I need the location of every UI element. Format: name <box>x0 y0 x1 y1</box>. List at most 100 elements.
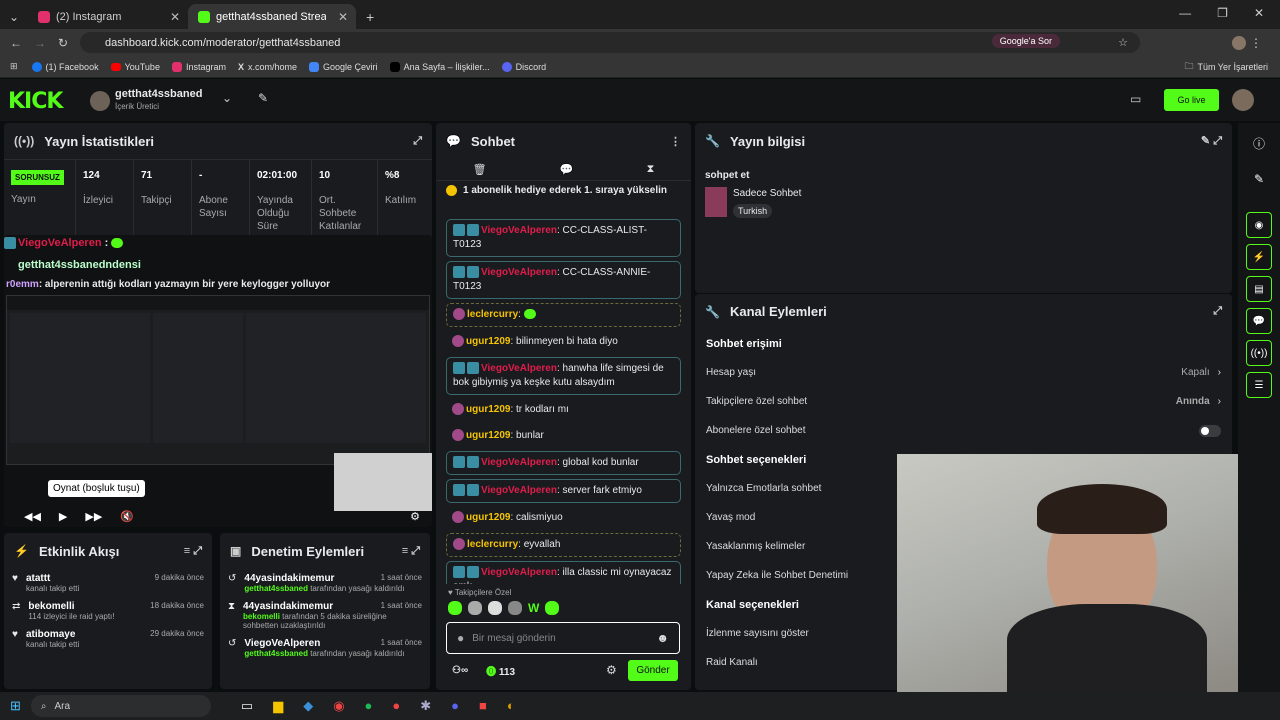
filter-icon[interactable]: ≡ ⤢ <box>184 545 202 558</box>
followers-only-label: ♥ Takipçilere Özel <box>448 588 512 597</box>
bolt-icon[interactable]: ⚡ <box>1246 244 1272 270</box>
go-live-button[interactable]: Go live <box>1164 89 1219 111</box>
menu-icon[interactable]: ⋮ <box>1250 36 1262 50</box>
send-button[interactable]: Gönder <box>628 660 678 681</box>
badge-icon <box>453 308 465 321</box>
expand-icon[interactable]: ⤢ <box>1213 305 1222 318</box>
tab-instagram[interactable]: (2) Instagram ✕ <box>28 4 188 29</box>
broadcast-icon[interactable]: ((•)) <box>1246 340 1272 366</box>
chrome-icon[interactable]: ◉ <box>333 698 344 714</box>
subs-chat-toggle[interactable] <box>1199 424 1221 437</box>
chat-bubble-icon[interactable]: 💬 <box>560 163 574 176</box>
app-icon[interactable]: ◐ <box>507 698 515 714</box>
rewind-icon[interactable]: ◀◀ <box>24 510 41 523</box>
channel-avatar[interactable] <box>90 91 110 111</box>
moderation-item: ↺ 44yasindakimemur 1 saat önce getthat4ssba… <box>228 573 422 593</box>
chat-message[interactable]: ViegoVeAlperen: CC-CLASS-ALIST-T0123 <box>446 219 681 257</box>
chevron-down-icon[interactable]: ⌄ <box>222 91 232 105</box>
info-icon[interactable]: ⓘ <box>1238 135 1280 152</box>
new-tab-button[interactable]: + <box>356 4 384 29</box>
chat-message[interactable]: leclercurry: eyvallah <box>446 533 681 557</box>
spotify-icon[interactable]: ● <box>365 698 373 714</box>
stream-preview[interactable]: ViegoVeAlperen : getthat4ssbanedndensi r… <box>4 235 432 527</box>
taskbar-search[interactable]: ⌕ Ara <box>30 695 211 717</box>
chat-message[interactable]: ViegoVeAlperen: server fark etmiyo <box>446 479 681 503</box>
chat-icon[interactable]: 💬 <box>1246 308 1272 334</box>
chat-settings-icon[interactable]: ⚙ <box>606 663 617 677</box>
profile-avatar[interactable] <box>1232 35 1246 50</box>
edit-icon[interactable]: ✎ ⤢ <box>1201 134 1222 148</box>
mute-icon[interactable]: 🔇 <box>120 510 134 523</box>
app-icon[interactable]: ◆ <box>303 698 313 714</box>
people-icon[interactable]: ⚇∞ <box>452 665 468 676</box>
emoji-icon[interactable]: ☻ <box>656 631 669 645</box>
doc-icon[interactable]: ▤ <box>1246 276 1272 302</box>
trash-icon[interactable]: 🗑 <box>473 163 487 176</box>
app-icon[interactable]: ✱ <box>420 698 431 714</box>
apps-icon[interactable]: ⊞ <box>10 61 18 72</box>
close-window-icon[interactable]: ✕ <box>1254 6 1264 20</box>
kick-logo[interactable]: KICK <box>8 89 63 114</box>
chat-message[interactable]: ugur1209: bilinmeyen bi hata diyo <box>446 331 681 353</box>
chat-message[interactable]: leclercurry: <box>446 303 681 327</box>
star-icon[interactable]: ☆ <box>1118 36 1128 49</box>
bookmark-home[interactable]: Ana Sayfa – İlişkiler... <box>389 61 490 72</box>
settings-icon[interactable]: ⚙ <box>410 510 420 523</box>
close-tab-icon[interactable]: ✕ <box>338 10 348 24</box>
account-age-row[interactable]: Hesap yaşı Kapalı › <box>695 358 1232 387</box>
bookmark-translate[interactable]: Google Çeviri <box>309 61 378 72</box>
bookmark-facebook[interactable]: (1) Facebook <box>31 61 99 72</box>
google-ask-button[interactable]: Google'a Sor <box>991 34 1060 48</box>
expand-icon[interactable]: ⤢ <box>413 135 422 148</box>
followers-chat-row[interactable]: Takipçilere özel sohbet Anında › <box>695 387 1232 416</box>
tab-list-icon[interactable]: ⌄ <box>0 4 28 29</box>
all-bookmarks[interactable]: 🗀 Tüm Yer İşaretleri <box>1184 59 1268 75</box>
chat-message[interactable]: ugur1209: tr kodları mı <box>446 399 681 421</box>
hourglass-icon[interactable]: ⧗ <box>647 163 655 176</box>
forward-icon[interactable]: → <box>34 36 46 50</box>
discord-icon[interactable]: ● <box>451 698 459 714</box>
reload-icon[interactable]: ↻ <box>58 36 68 50</box>
chevron-right-icon: › <box>1217 396 1221 407</box>
task-view-icon[interactable]: ▭ <box>241 698 253 714</box>
emote-w[interactable]: W <box>528 601 539 619</box>
chat-message[interactable]: ViegoVeAlperen: hanwha life simgesi de b… <box>446 357 681 395</box>
bookmark-discord[interactable]: Discord <box>501 61 546 72</box>
file-explorer-icon[interactable]: ▆ <box>273 698 283 714</box>
user-avatar[interactable] <box>1232 89 1254 111</box>
close-tab-icon[interactable]: ✕ <box>170 10 180 24</box>
play-icon[interactable]: ▶ <box>59 510 67 523</box>
url-field[interactable]: dashboard.kick.com/moderator/getthat4ssb… <box>80 32 1140 53</box>
filter-icon[interactable]: ≡ ⤢ <box>402 545 420 558</box>
forward-icon[interactable]: ▶▶ <box>85 510 102 523</box>
camera-icon[interactable]: ◉ <box>1246 212 1272 238</box>
windows-start-icon[interactable]: ⊞ <box>10 698 21 714</box>
bookmark-youtube[interactable]: YouTube <box>110 62 160 72</box>
app-icon[interactable]: ■ <box>479 698 487 714</box>
tab-kick[interactable]: getthat4ssbaned Stream - Kick ✕ <box>188 4 356 29</box>
pinned-gift-banner[interactable]: 1 abonelik hediye ederek 1. sıraya yükse… <box>446 185 681 196</box>
app-icon[interactable]: ● <box>392 698 400 714</box>
overlay-chat-line: ViegoVeAlperen : <box>4 237 124 250</box>
streamer-shirt <box>1007 604 1207 694</box>
subs-chat-row[interactable]: Abonelere özel sohbet <box>695 416 1232 445</box>
chat-message[interactable]: ugur1209: calismiyuo <box>446 507 681 529</box>
chat-message[interactable]: ViegoVeAlperen: global kod bunlar <box>446 451 681 475</box>
bookmark-instagram[interactable]: Instagram <box>171 61 226 72</box>
chat-message[interactable]: ViegoVeAlperen: illa classic mi oynayaca… <box>446 561 681 584</box>
layers-icon[interactable]: ☰ <box>1246 372 1272 398</box>
restore-icon[interactable]: ❐ <box>1217 6 1228 20</box>
minimize-icon[interactable]: — <box>1179 6 1191 20</box>
chat-message[interactable]: ugur1209: bunlar <box>446 425 681 447</box>
chat-menu-icon[interactable]: ⋮ <box>670 135 681 148</box>
bookmark-x[interactable]: Xx.com/home <box>238 62 297 72</box>
chat-footer: ⚇∞ ⓿ 113 <box>452 663 515 678</box>
layout-icon[interactable]: ▭ <box>1130 92 1141 106</box>
chat-message[interactable]: ViegoVeAlperen: CC-CLASS-ANNIE-T0123 <box>446 261 681 299</box>
pencil-icon[interactable]: ✎ <box>1238 172 1280 186</box>
chat-input[interactable]: ● Bir mesaj gönderin ☻ <box>446 622 680 654</box>
bolt-icon: ⚡ <box>14 544 29 558</box>
back-icon[interactable]: ← <box>10 36 22 50</box>
tool-icon[interactable]: ✎ <box>258 91 268 105</box>
badge-icon <box>453 566 465 579</box>
